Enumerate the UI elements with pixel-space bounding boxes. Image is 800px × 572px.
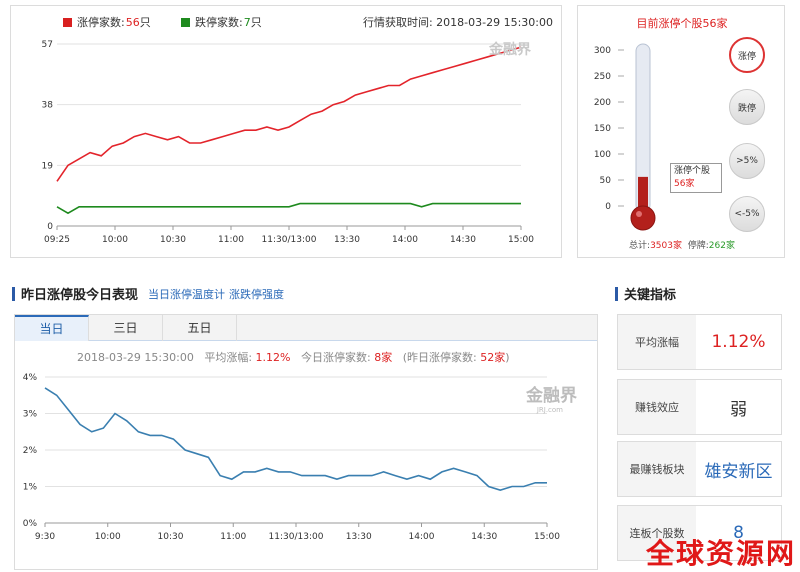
kp-card-avg-gain: 平均涨幅 1.12% [617, 314, 782, 370]
top-chart-watermark: 金融界 [488, 41, 532, 58]
thermo-bulb [630, 205, 656, 231]
x-tick-label: 14:00 [409, 532, 435, 542]
total-value: 3503家 [650, 241, 682, 251]
halt-value: 262家 [708, 241, 735, 251]
y-tick-label: 3% [23, 410, 38, 420]
x-tick-label: 10:30 [158, 532, 184, 542]
key-indicators-title: 关键指标 [624, 288, 677, 303]
x-tick-label: 11:30/13:00 [262, 235, 317, 245]
section-title: 昨日涨停股今日表现 [21, 288, 139, 303]
yesterday-limit-up-performance-panel: 当日 三日 五日 2018-03-29 15:30:00 平均涨幅: 1.12%… [14, 314, 598, 570]
x-tick-label: 15:00 [508, 235, 534, 245]
kp-value-avg-gain: 1.12% [711, 332, 766, 352]
strength-link[interactable]: 涨跌停强度 [229, 286, 284, 302]
kp-value-best-sector[interactable]: 雄安新区 [696, 442, 781, 496]
x-tick-label: 9:30 [35, 532, 55, 542]
thermometer-link[interactable]: 当日涨停温度计 [148, 286, 225, 302]
y-tick-label: 1% [23, 483, 38, 493]
site-watermark: 全球资源网 [645, 537, 796, 570]
thermo-scale-label: 200 [594, 98, 611, 108]
kp-card-best-sector: 最赚钱板块 雄安新区 [617, 441, 782, 497]
series-line-0 [56, 46, 522, 182]
kp-card-profit-effect: 赚钱效应 弱 [617, 379, 782, 435]
bottom-line-chart: 4% 3% 2% 1% 0% 9:30 10:00 10:30 11:00 11:30/13:00… [23, 373, 577, 542]
y-tick-label: 19 [42, 161, 54, 171]
x-tick-label: 10:30 [160, 235, 186, 245]
y-tick-label: 0 [47, 222, 53, 232]
x-tick-label: 10:00 [95, 532, 121, 542]
x-tick-label: 11:30/13:00 [269, 532, 324, 542]
thermo-scale-label: 300 [594, 46, 611, 56]
kp-label-profit-effect: 赚钱效应 [618, 380, 696, 434]
x-tick-label: 10:00 [102, 235, 128, 245]
y-tick-label: 4% [23, 373, 38, 383]
y-tick-label: 57 [42, 40, 53, 50]
key-accent-bar [615, 286, 618, 301]
thermo-scale-label: 100 [594, 150, 611, 160]
bottom-chart-watermark: 金融界 [525, 385, 577, 406]
halt-label: 停牌: [687, 241, 709, 251]
thermometer-callout: 涨停个股 56家 [670, 163, 722, 193]
x-tick-label: 13:30 [346, 532, 372, 542]
thermo-scale-label: 150 [594, 124, 611, 134]
y-tick-label: 38 [42, 101, 54, 111]
section-header: 昨日涨停股今日表现 当日涨停温度计 涨跌停强度 [12, 284, 284, 303]
y-tick-label: 2% [23, 446, 38, 456]
total-label: 总计: [629, 241, 651, 251]
x-tick-label: 11:00 [220, 532, 246, 542]
kp-value-profit-effect: 弱 [730, 399, 747, 420]
x-tick-label: 11:00 [218, 235, 244, 245]
loss-over-5-button[interactable]: <-5% [729, 196, 765, 232]
gain-over-5-button[interactable]: >5% [729, 143, 765, 179]
top-line-chart: 57 38 19 0 09:25 10:00 10:30 11:00 11:30/13:00 13… [42, 40, 535, 245]
thermo-scale-label: 250 [594, 72, 611, 82]
callout-value: 56家 [674, 179, 695, 189]
x-tick-label: 14:30 [450, 235, 476, 245]
x-tick-label: 09:25 [44, 235, 70, 245]
kp-label-avg-gain: 平均涨幅 [618, 315, 696, 369]
thermometer-footer: 总计:3503家 停牌:262家 [578, 238, 786, 251]
limit-up-count-chart-panel: 涨停家数: 56 只 跌停家数: 7 只 行情获取时间: 2018-03-29 … [10, 5, 562, 258]
thermo-scale-label: 0 [605, 202, 611, 212]
key-indicators-header: 关键指标 [615, 284, 676, 303]
x-tick-label: 13:30 [334, 235, 360, 245]
bottom-chart-watermark-sub: JRJ.com [536, 406, 563, 414]
callout-label: 涨停个股 [674, 166, 711, 176]
limit-down-button[interactable]: 跌停 [729, 89, 765, 125]
limit-up-button[interactable]: 涨停 [729, 37, 765, 73]
section-accent-bar [12, 286, 15, 301]
series-line-1 [56, 202, 521, 215]
x-tick-label: 15:00 [534, 532, 560, 542]
thermo-scale-label: 50 [600, 176, 612, 186]
thermometer-panel: 目前涨停个股56家 300 250 200 150 100 50 0 涨停个股 56家 涨停… [577, 5, 785, 258]
thermo-bulb-highlight [636, 211, 642, 217]
x-tick-label: 14:30 [471, 532, 497, 542]
kp-label-best-sector: 最赚钱板块 [618, 442, 696, 496]
y-tick-label: 0% [23, 519, 38, 529]
x-tick-label: 14:00 [392, 235, 418, 245]
series-line-0 [44, 387, 547, 492]
